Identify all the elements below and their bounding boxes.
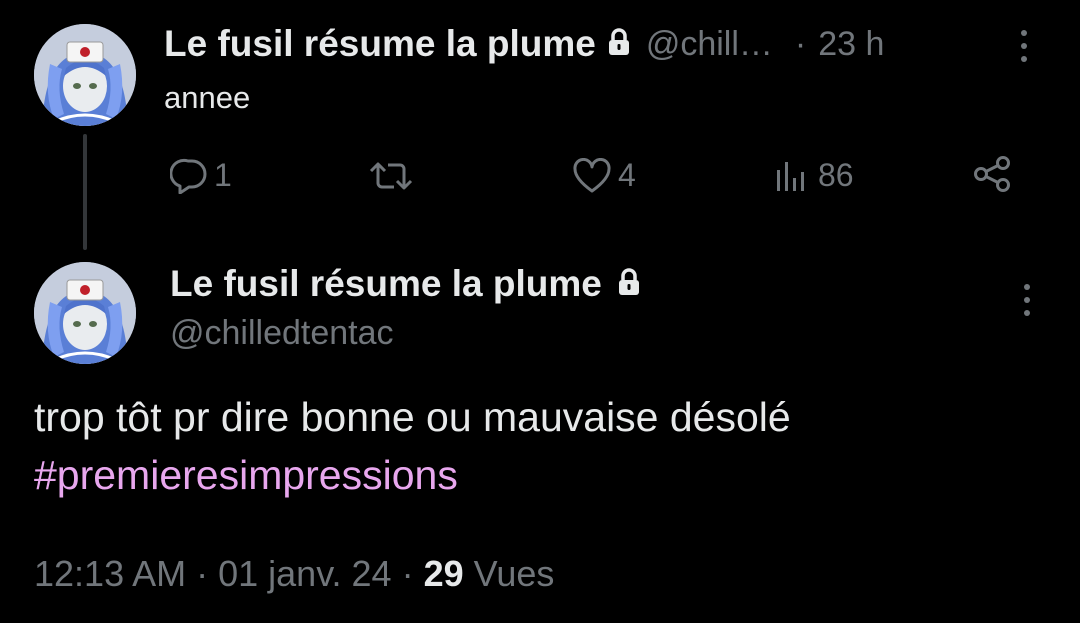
tweet-meta: 12:13 AM · 01 janv. 24 · 29 Vues	[34, 553, 554, 595]
views-stat[interactable]: 29 Vues	[424, 553, 555, 595]
like-count: 4	[618, 157, 636, 193]
like-button[interactable]: 4	[572, 157, 636, 194]
retweet-icon	[369, 162, 413, 190]
retweet-button[interactable]	[368, 159, 414, 193]
reply-header: Le fusil résume la plume @chill… · 23 h	[164, 22, 884, 66]
like-icon	[573, 157, 611, 192]
hashtag-link[interactable]: #premieresimpressions	[34, 446, 1054, 504]
author-name[interactable]: Le fusil résume la plume	[170, 263, 602, 305]
separator: ·	[401, 553, 414, 594]
views-count: 86	[818, 157, 854, 193]
separator: ·	[794, 24, 807, 63]
avatar[interactable]	[34, 24, 136, 126]
author-handle[interactable]: @chilledtentac	[170, 314, 394, 353]
views-number: 29	[423, 553, 464, 594]
main-header: Le fusil résume la plume	[170, 262, 640, 306]
more-icon[interactable]	[1021, 30, 1027, 62]
reply-count: 1	[214, 157, 232, 193]
tweet-date[interactable]: 01 janv. 24	[218, 553, 391, 595]
avatar[interactable]	[34, 262, 136, 364]
tweet-body: trop tôt pr dire bonne ou mauvaise désol…	[34, 394, 791, 440]
share-icon	[974, 156, 1010, 192]
views-label: Vues	[473, 553, 555, 594]
lock-icon	[608, 27, 630, 61]
timestamp[interactable]: 23 h	[818, 25, 884, 64]
lock-icon	[618, 267, 640, 301]
thread-line	[83, 134, 87, 250]
reply-icon	[170, 158, 207, 194]
more-icon[interactable]	[1024, 284, 1030, 316]
author-handle[interactable]: @chill…	[646, 25, 773, 64]
reply-button[interactable]: 1	[170, 157, 232, 194]
reply-text: annee	[164, 80, 251, 115]
separator: ·	[196, 553, 209, 594]
share-button[interactable]	[972, 155, 1012, 193]
views-button[interactable]: 86	[772, 157, 854, 194]
tweet-text: trop tôt pr dire bonne ou mauvaise désol…	[34, 388, 1054, 504]
author-name[interactable]: Le fusil résume la plume	[164, 23, 596, 65]
tweet-time[interactable]: 12:13 AM	[34, 553, 186, 595]
views-icon	[777, 161, 804, 191]
